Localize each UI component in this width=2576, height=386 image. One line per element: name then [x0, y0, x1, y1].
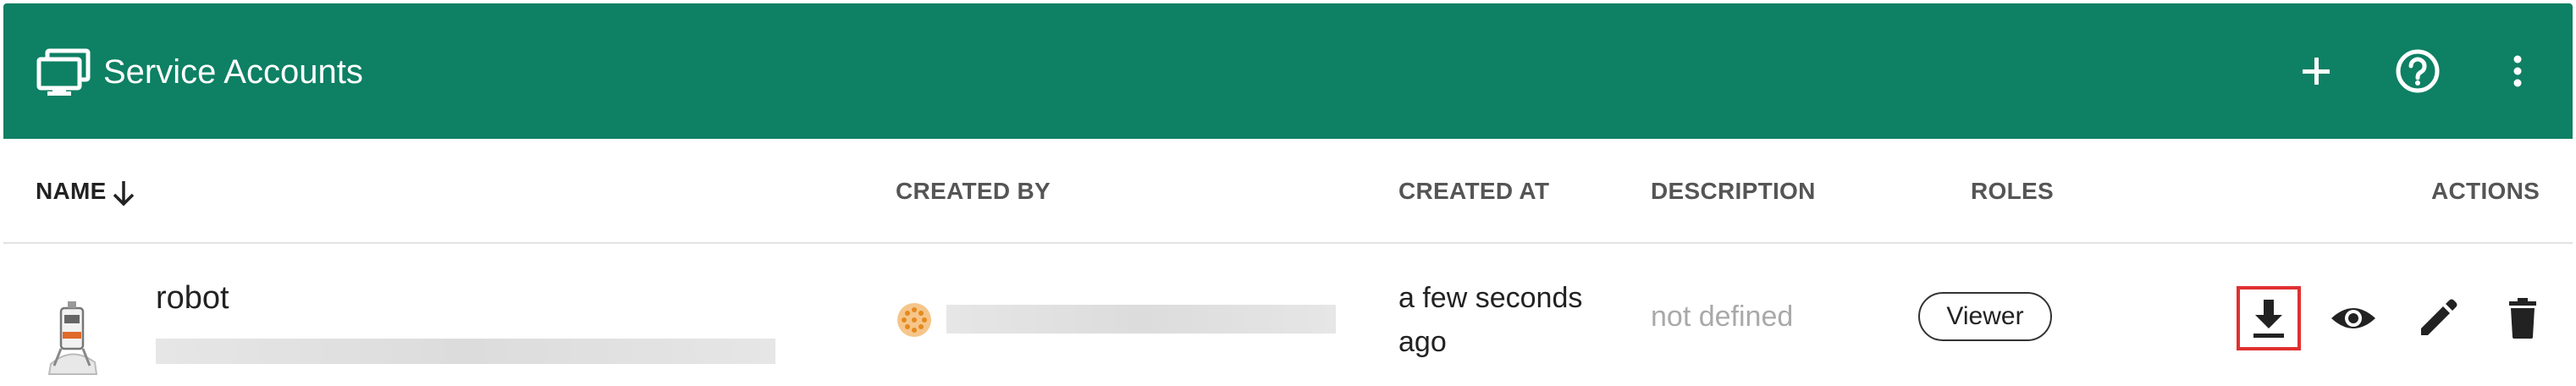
column-header-created-at: CREATED AT: [1398, 178, 1550, 204]
role-chip: Viewer: [1918, 292, 2052, 341]
creator-name-redacted: [946, 305, 1336, 334]
column-header-name[interactable]: NAME: [36, 176, 107, 207]
description-value: not defined: [1651, 301, 1794, 333]
table-header: NAME CREATED BY CREATED AT DESCRIPTION R…: [3, 139, 2573, 244]
column-header-created-by: CREATED BY: [896, 178, 1051, 204]
help-button[interactable]: [2391, 44, 2445, 98]
toolbar: Service Accounts: [3, 3, 2573, 139]
column-header-description: DESCRIPTION: [1651, 178, 1816, 204]
more-vert-icon: [2513, 55, 2522, 87]
view-icon: [2331, 308, 2375, 328]
service-accounts-card: Service Accounts NAME CREATED BY CREATED…: [3, 3, 2573, 386]
robot-avatar-icon: [47, 301, 98, 375]
account-name[interactable]: robot: [156, 278, 229, 318]
delete-button[interactable]: [2491, 286, 2555, 350]
column-header-roles: ROLES: [1971, 178, 2054, 204]
user-identicon-icon: [897, 303, 931, 337]
download-icon: [2253, 300, 2284, 338]
table-row: robot a few seconds ago not defined View…: [3, 244, 2573, 386]
arrow-down-icon[interactable]: [108, 178, 139, 208]
monitor-icon: [36, 48, 91, 96]
edit-icon: [2421, 299, 2457, 335]
help-icon: [2396, 49, 2440, 93]
more-options-button[interactable]: [2491, 44, 2545, 98]
created-at-value: a few seconds ago: [1398, 282, 1583, 358]
delete-icon: [2509, 298, 2536, 339]
edit-button[interactable]: [2406, 286, 2470, 350]
account-id-redacted: [156, 339, 775, 364]
column-header-actions: ACTIONS: [2431, 178, 2540, 204]
add-button[interactable]: [2289, 44, 2343, 98]
add-icon: [2303, 58, 2330, 85]
view-button[interactable]: [2321, 286, 2386, 350]
page-title: Service Accounts: [103, 53, 363, 91]
download-button[interactable]: [2237, 286, 2301, 350]
